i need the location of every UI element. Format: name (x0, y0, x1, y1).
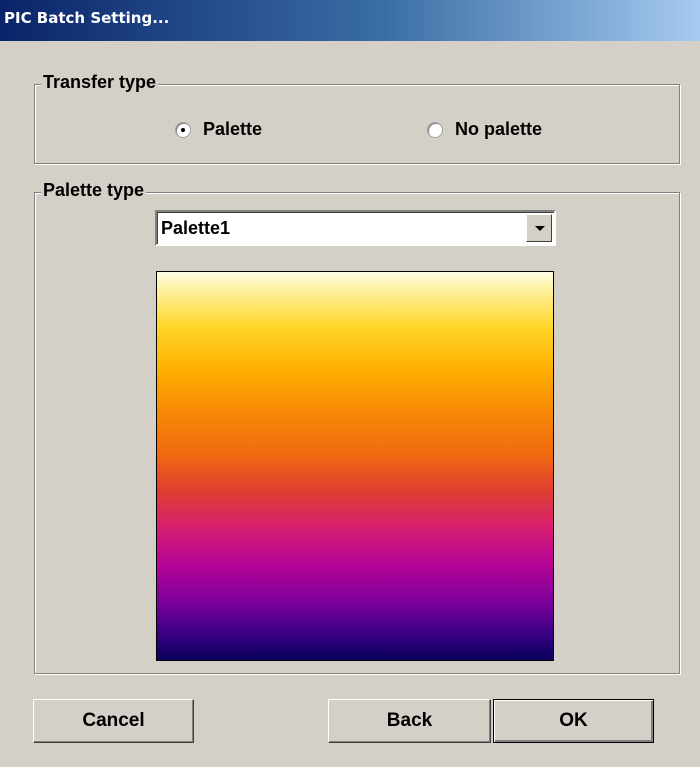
no-palette-radio-label: No palette (455, 119, 543, 139)
transfer-type-legend: Transfer type (41, 72, 159, 93)
radio-dot-icon (181, 127, 185, 132)
no-palette-radio[interactable]: No palette (427, 119, 542, 140)
palette-type-value: Palette1 (161, 218, 231, 238)
ok-button[interactable]: OK (493, 699, 654, 743)
chevron-down-icon[interactable] (526, 214, 552, 242)
window-title: PIC Batch Setting... (4, 9, 170, 27)
cancel-button[interactable]: Cancel (33, 699, 194, 743)
title-bar[interactable]: PIC Batch Setting... (0, 0, 700, 41)
palette-radio-label: Palette (203, 119, 263, 139)
back-button[interactable]: Back (328, 699, 491, 743)
dialog-window: PIC Batch Setting... Transfer type Palet… (0, 0, 700, 767)
palette-type-legend: Palette type (41, 180, 147, 201)
transfer-type-group: Transfer type Palette No palette (34, 72, 680, 164)
radio-button-checked-icon[interactable] (175, 121, 191, 138)
palette-preview (156, 271, 554, 661)
radio-button-unchecked-icon[interactable] (427, 121, 443, 138)
palette-type-select[interactable]: Palette1 (155, 210, 556, 246)
palette-radio[interactable]: Palette (175, 119, 262, 140)
